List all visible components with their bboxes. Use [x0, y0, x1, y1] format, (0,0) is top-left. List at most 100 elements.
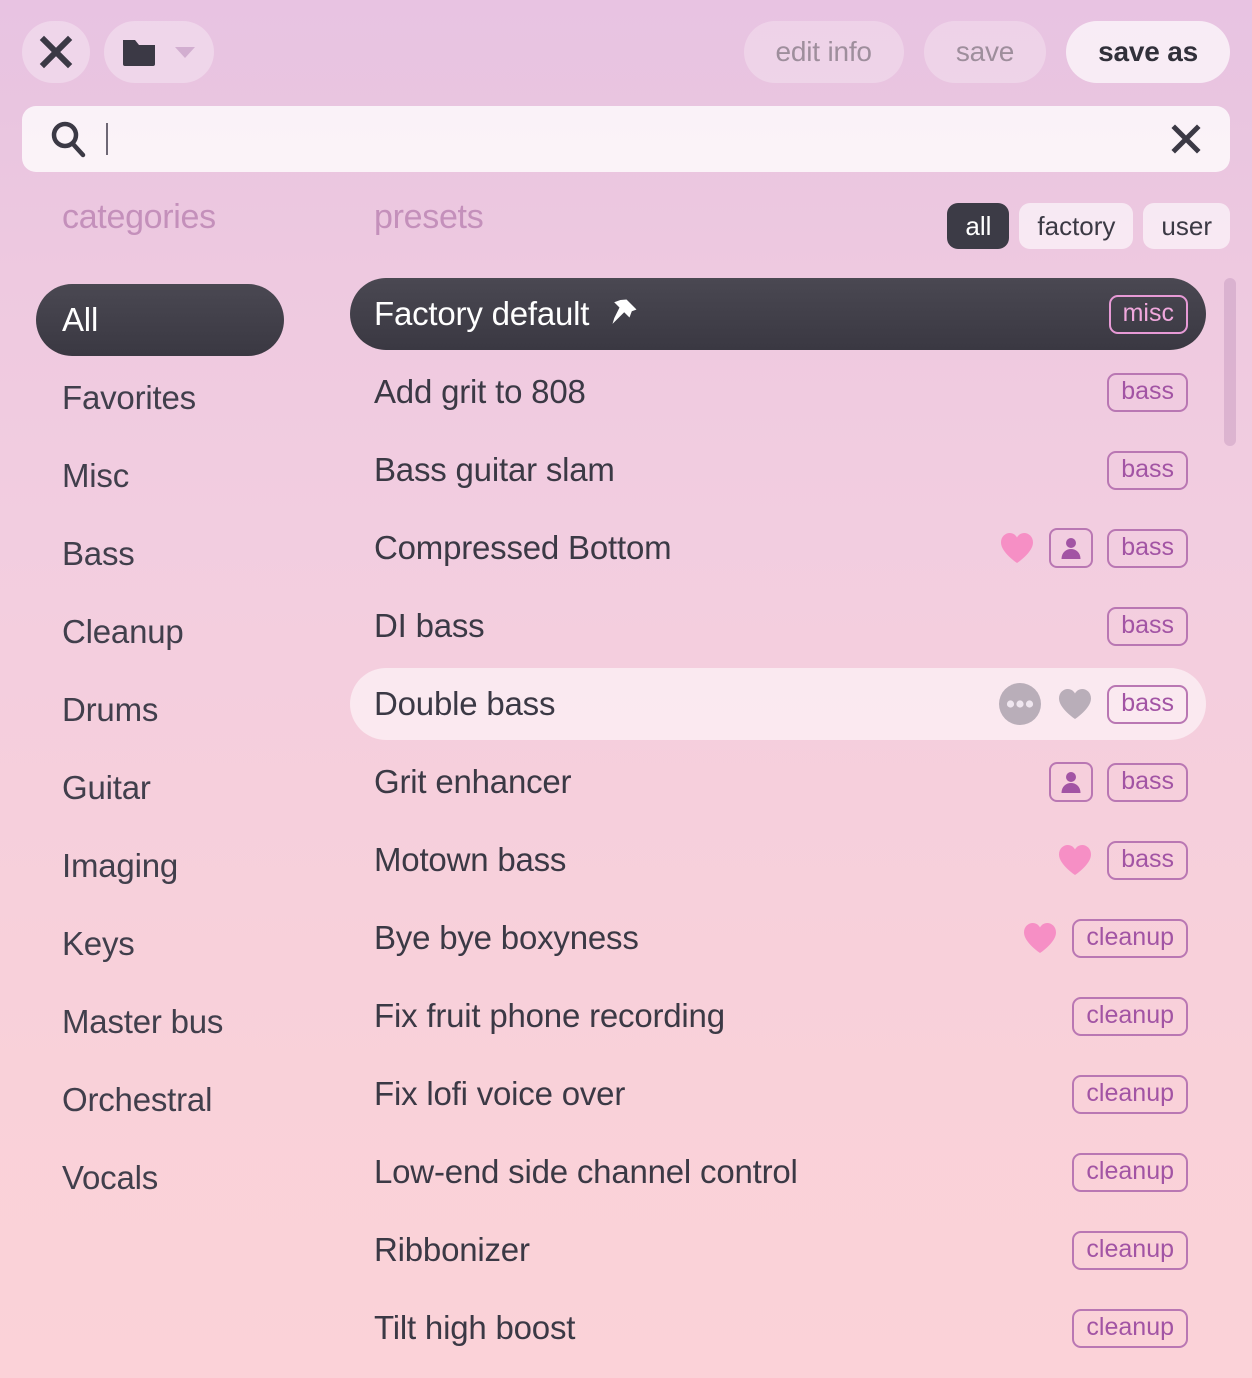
- preset-row-actions: cleanup: [1072, 1230, 1188, 1270]
- presets-heading: presets: [374, 198, 484, 236]
- category-item[interactable]: Keys: [36, 908, 284, 980]
- search-icon: [48, 119, 88, 159]
- header-actions-group: edit info save save as: [743, 21, 1230, 83]
- more-options-icon: [999, 683, 1042, 725]
- preset-tag-badge[interactable]: bass: [1107, 528, 1188, 568]
- category-item[interactable]: Cleanup: [36, 596, 284, 668]
- heart-icon: [1001, 533, 1034, 563]
- close-button[interactable]: [22, 21, 90, 83]
- preset-row[interactable]: Compressed Bottom bass: [350, 512, 1206, 584]
- preset-name: Fix lofi voice over: [374, 1075, 626, 1112]
- preset-name: Double bass: [374, 685, 556, 722]
- category-item[interactable]: Guitar: [36, 752, 284, 824]
- category-item-label: All: [62, 301, 99, 338]
- preset-tag-badge[interactable]: cleanup: [1072, 1152, 1188, 1192]
- window-header: edit info save save as: [0, 0, 1252, 104]
- search-input-area[interactable]: [108, 106, 1164, 172]
- preset-name: Bass guitar slam: [374, 451, 615, 488]
- preset-row[interactable]: Bass guitar slam bass: [350, 434, 1206, 506]
- preset-row-actions: bass: [1049, 762, 1188, 802]
- preset-tag-badge[interactable]: misc: [1108, 294, 1188, 334]
- folder-menu-button[interactable]: [104, 21, 214, 83]
- category-item[interactable]: Favorites: [36, 362, 284, 434]
- source-filter-group: all factory user: [947, 203, 1230, 249]
- favorite-toggle-button[interactable]: [1057, 843, 1093, 877]
- category-item[interactable]: Misc: [36, 440, 284, 512]
- user-preset-badge[interactable]: [1049, 762, 1094, 802]
- preset-row[interactable]: Double bass bass: [350, 668, 1206, 740]
- category-item-label: Favorites: [62, 379, 196, 416]
- favorite-toggle-button[interactable]: [1057, 687, 1093, 721]
- preset-tag-badge[interactable]: cleanup: [1072, 918, 1188, 958]
- preset-tag-badge[interactable]: bass: [1107, 606, 1188, 646]
- preset-row-actions: bass: [1107, 606, 1188, 646]
- heart-icon: [1059, 845, 1092, 875]
- person-icon: [1061, 772, 1081, 793]
- preset-tag-badge[interactable]: bass: [1107, 450, 1188, 490]
- category-item-label: Imaging: [62, 847, 179, 884]
- favorite-toggle-button[interactable]: [999, 531, 1035, 565]
- preset-name: DI bass: [374, 607, 485, 644]
- preset-row[interactable]: Tilt high boost cleanup: [350, 1292, 1206, 1364]
- search-clear-button[interactable]: [1164, 117, 1208, 161]
- preset-row[interactable]: DI bass bass: [350, 590, 1206, 662]
- folder-icon: [123, 40, 155, 66]
- preset-tag-badge[interactable]: cleanup: [1072, 1308, 1188, 1348]
- favorite-toggle-button[interactable]: [1022, 921, 1058, 955]
- pin-indicator[interactable]: [605, 297, 639, 331]
- preset-tag-badge[interactable]: bass: [1107, 684, 1188, 724]
- preset-row-actions: cleanup: [1022, 918, 1188, 958]
- category-item[interactable]: Drums: [36, 674, 284, 746]
- preset-tag-badge[interactable]: cleanup: [1072, 996, 1188, 1036]
- preset-row[interactable]: Ribbonizer cleanup: [350, 1214, 1206, 1286]
- filter-factory-button[interactable]: factory: [1019, 203, 1134, 249]
- preset-row-actions: misc: [1108, 294, 1188, 334]
- preset-row-actions: cleanup: [1072, 996, 1188, 1036]
- preset-row[interactable]: Motown bass bass: [350, 824, 1206, 896]
- filter-all-button[interactable]: all: [947, 203, 1010, 249]
- preset-tag-badge[interactable]: cleanup: [1072, 1230, 1188, 1270]
- preset-row[interactable]: Fix fruit phone recording cleanup: [350, 980, 1206, 1052]
- save-button[interactable]: save: [923, 21, 1047, 83]
- category-item[interactable]: Orchestral: [36, 1064, 284, 1136]
- category-item[interactable]: Imaging: [36, 830, 284, 902]
- preset-row-actions: cleanup: [1072, 1308, 1188, 1348]
- category-item[interactable]: All: [36, 284, 284, 356]
- preset-name: Bye bye boxyness: [374, 919, 639, 956]
- preset-name: Add grit to 808: [374, 373, 586, 410]
- preset-row[interactable]: Low-end side channel control cleanup: [350, 1136, 1206, 1208]
- preset-row[interactable]: Factory default misc: [350, 278, 1206, 350]
- preset-more-options-button[interactable]: [997, 681, 1043, 727]
- edit-info-button[interactable]: edit info: [743, 21, 904, 83]
- category-item[interactable]: Bass: [36, 518, 284, 590]
- close-icon: [39, 35, 73, 69]
- preset-row[interactable]: Bye bye boxyness cleanup: [350, 902, 1206, 974]
- search-bar[interactable]: [22, 106, 1230, 172]
- preset-row[interactable]: Fix lofi voice over cleanup: [350, 1058, 1206, 1130]
- preset-tag-badge[interactable]: cleanup: [1072, 1074, 1188, 1114]
- preset-name: Low-end side channel control: [374, 1153, 798, 1190]
- search-input[interactable]: [108, 106, 1164, 172]
- user-preset-badge[interactable]: [1049, 528, 1094, 568]
- chevron-down-icon: [175, 47, 195, 58]
- presets-scrollbar-track[interactable]: [1224, 270, 1236, 1370]
- category-item-label: Vocals: [62, 1159, 159, 1196]
- preset-tag-badge[interactable]: bass: [1107, 762, 1188, 802]
- category-item-label: Bass: [62, 535, 135, 572]
- heart-icon: [1024, 923, 1057, 953]
- preset-row[interactable]: Grit enhancer bass: [350, 746, 1206, 818]
- preset-row-actions: bass: [999, 528, 1188, 568]
- preset-row-actions: bass: [1057, 840, 1188, 880]
- category-item[interactable]: Vocals: [36, 1142, 284, 1214]
- preset-row[interactable]: Add grit to 808 bass: [350, 356, 1206, 428]
- categories-list: All Favorites Misc Bass Cleanup Drums Guitar Im…: [36, 284, 284, 1220]
- category-item[interactable]: Master bus: [36, 986, 284, 1058]
- save-as-button[interactable]: save as: [1066, 21, 1230, 83]
- preset-tag-badge[interactable]: bass: [1107, 372, 1188, 412]
- preset-name: Tilt high boost: [374, 1309, 576, 1346]
- preset-tag-badge[interactable]: bass: [1107, 840, 1188, 880]
- filter-user-button[interactable]: user: [1143, 203, 1230, 249]
- preset-name: Ribbonizer: [374, 1231, 530, 1268]
- presets-scrollbar-thumb[interactable]: [1224, 278, 1236, 446]
- preset-name: Fix fruit phone recording: [374, 997, 725, 1034]
